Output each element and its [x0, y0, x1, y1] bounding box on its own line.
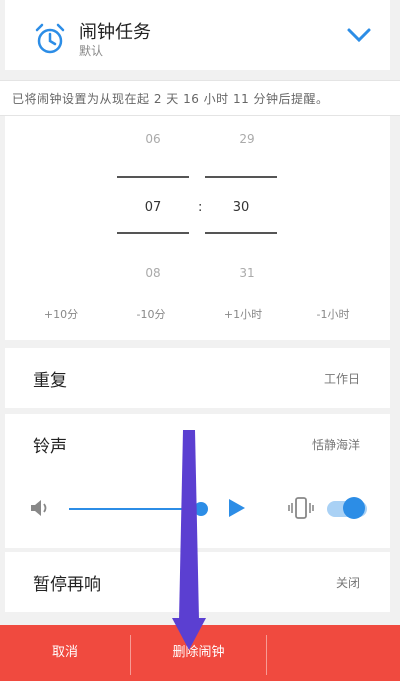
minute-top-divider: [205, 176, 277, 178]
vibrate-toggle-knob[interactable]: [343, 497, 365, 519]
plus-1-hour-button[interactable]: +1小时: [213, 306, 273, 322]
ringtone-row[interactable]: 铃声 恬静海洋: [5, 414, 390, 470]
minute-prev[interactable]: 29: [227, 132, 267, 146]
repeat-row[interactable]: 重复 工作日: [5, 348, 390, 408]
hour-current[interactable]: 07: [133, 200, 173, 215]
bottom-action-bar: 取消 删除闹钟: [0, 625, 400, 681]
sound-controls: [5, 470, 390, 548]
alarm-header[interactable]: 闹钟任务 默认: [5, 0, 390, 70]
minute-next[interactable]: 31: [227, 266, 267, 280]
hour-top-divider: [117, 176, 189, 178]
alarm-clock-icon: [35, 23, 65, 54]
minute-current[interactable]: 30: [221, 200, 261, 215]
snooze-value: 关闭: [335, 576, 360, 590]
repeat-label: 重复: [33, 371, 67, 391]
vibrate-icon: [288, 497, 314, 519]
time-separator: :: [198, 200, 203, 215]
confirm-button[interactable]: [267, 625, 400, 681]
minute-bottom-divider: [205, 232, 277, 234]
delete-alarm-button[interactable]: 删除闹钟: [131, 625, 266, 681]
chevron-down-icon[interactable]: [346, 26, 372, 44]
hour-prev[interactable]: 06: [133, 132, 173, 146]
time-picker: 06 29 07 : 30 08 31 +10分 -10分 +1小时 -1小时: [5, 116, 390, 340]
ringtone-value: 恬静海洋: [311, 438, 360, 452]
snooze-row[interactable]: 暂停再响 关闭: [5, 552, 390, 612]
alarm-notice: 已将闹钟设置为从现在起 2 天 16 小时 11 分钟后提醒。: [0, 80, 400, 116]
plus-10-min-button[interactable]: +10分: [31, 306, 91, 322]
volume-slider-track[interactable]: [69, 508, 201, 510]
cancel-button[interactable]: 取消: [0, 625, 130, 681]
hour-next[interactable]: 08: [133, 266, 173, 280]
volume-slider-handle[interactable]: [194, 502, 208, 516]
alarm-title: 闹钟任务: [79, 22, 151, 43]
ringtone-label: 铃声: [33, 437, 67, 457]
minus-1-hour-button[interactable]: -1小时: [303, 306, 363, 322]
play-icon[interactable]: [227, 497, 247, 519]
speaker-icon[interactable]: [29, 498, 51, 518]
hour-bottom-divider: [117, 232, 189, 234]
alarm-category: 默认: [79, 44, 104, 58]
minus-10-min-button[interactable]: -10分: [121, 306, 181, 322]
repeat-value: 工作日: [323, 372, 360, 386]
snooze-label: 暂停再响: [33, 575, 101, 595]
